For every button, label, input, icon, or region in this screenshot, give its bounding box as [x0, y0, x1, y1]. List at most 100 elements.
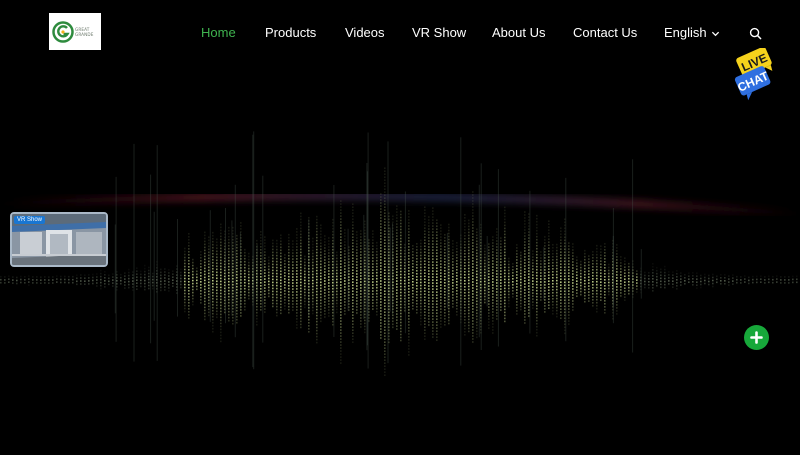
wave-dot — [488, 252, 490, 254]
wave-dot — [308, 322, 310, 324]
plus-button[interactable] — [744, 325, 769, 350]
wave-dot — [488, 318, 490, 320]
wave-dot — [272, 260, 274, 263]
wave-dot — [492, 251, 494, 253]
nav-home[interactable]: Home — [201, 24, 236, 42]
wave-dot — [316, 275, 318, 278]
wave-dot — [536, 274, 538, 277]
wave-dot — [708, 274, 710, 277]
wave-dot — [476, 243, 478, 246]
wave-dot — [636, 285, 638, 287]
wave-dot — [376, 271, 378, 274]
wave-dot — [312, 288, 314, 291]
wave-dot — [436, 285, 438, 287]
wave-dot — [344, 313, 346, 315]
wave-dot — [376, 247, 378, 250]
wave-dot — [772, 281, 774, 284]
wave-dot — [424, 221, 426, 223]
wave-dot — [204, 279, 206, 282]
wave-dot — [312, 285, 314, 288]
wave-dot — [592, 272, 594, 274]
wave-dot — [424, 239, 426, 241]
wave-dot — [380, 208, 382, 210]
wave-dot — [448, 298, 450, 301]
wave-dot — [476, 234, 478, 237]
wave-dot — [584, 267, 586, 270]
wave-dot — [420, 248, 422, 251]
wave-dot — [204, 297, 206, 300]
nav-about-us[interactable]: About Us — [492, 24, 545, 42]
wave-dot — [548, 292, 550, 294]
wave-dot — [188, 248, 190, 250]
wave-dot — [100, 269, 102, 272]
wave-dot — [424, 218, 426, 220]
wave-dot — [400, 276, 402, 279]
wave-dot — [548, 295, 550, 297]
wave-dot — [540, 272, 542, 274]
wave-dot — [284, 257, 286, 259]
wave-column — [153, 211, 155, 321]
wave-dot — [128, 268, 130, 271]
wave-dot — [704, 279, 706, 282]
wave-dot — [328, 249, 330, 251]
wave-dot — [520, 284, 522, 287]
wave-dot — [84, 277, 86, 279]
wave-dot — [228, 241, 230, 244]
wave-dot — [364, 325, 366, 328]
wave-dot — [400, 234, 402, 237]
wave-dot — [152, 284, 154, 287]
wave-dot — [296, 315, 298, 317]
wave-dot — [568, 272, 570, 274]
wave-dot — [56, 281, 58, 283]
wave-dot — [244, 275, 246, 278]
wave-dot — [300, 248, 302, 251]
wave-dot — [304, 279, 306, 282]
wave-dot — [140, 279, 142, 282]
vr-show-thumbnail[interactable]: VR Show — [10, 212, 108, 267]
wave-dot — [360, 320, 362, 322]
wave-dot — [340, 272, 342, 274]
wave-dot — [168, 275, 170, 277]
nav-vr-show[interactable]: VR Show — [412, 24, 466, 42]
wave-dot — [36, 276, 38, 278]
wave-dot — [476, 330, 478, 333]
wave-dot — [312, 291, 314, 294]
nav-products[interactable]: Products — [265, 24, 316, 42]
wave-dot — [208, 239, 210, 242]
wave-dot — [628, 283, 630, 286]
wave-dot — [312, 246, 314, 249]
wave-dot — [236, 237, 238, 240]
wave-dot — [524, 253, 526, 255]
wave-dot — [556, 276, 558, 279]
nav-contact-us[interactable]: Contact Us — [573, 24, 637, 42]
wave-dot — [324, 262, 326, 264]
nav-videos[interactable]: Videos — [345, 24, 385, 42]
wave-dot — [524, 310, 526, 312]
wave-dot — [508, 272, 510, 275]
wave-dot — [376, 295, 378, 298]
search-icon[interactable] — [749, 27, 762, 40]
wave-dot — [796, 275, 798, 278]
wave-dot — [284, 305, 286, 307]
wave-dot — [236, 294, 238, 297]
wave-dot — [416, 243, 418, 245]
wave-dot — [492, 263, 494, 265]
wave-dot — [412, 290, 414, 292]
wave-dot — [372, 302, 374, 304]
wave-dot — [540, 251, 542, 253]
wave-dot — [528, 246, 530, 248]
live-chat-button[interactable]: LIVE CHAT — [730, 46, 782, 104]
wave-dot — [532, 304, 534, 306]
wave-dot — [468, 240, 470, 243]
wave-dot — [256, 305, 258, 308]
wave-dot — [572, 285, 574, 287]
wave-dot — [536, 238, 538, 241]
wave-dot — [300, 299, 302, 302]
wave-dot — [236, 270, 238, 273]
wave-dot — [444, 267, 446, 269]
wave-dot — [396, 277, 398, 279]
language-selector[interactable]: English — [664, 24, 720, 42]
wave-dot — [548, 259, 550, 261]
wave-dot — [340, 215, 342, 217]
wave-dot — [552, 313, 554, 315]
